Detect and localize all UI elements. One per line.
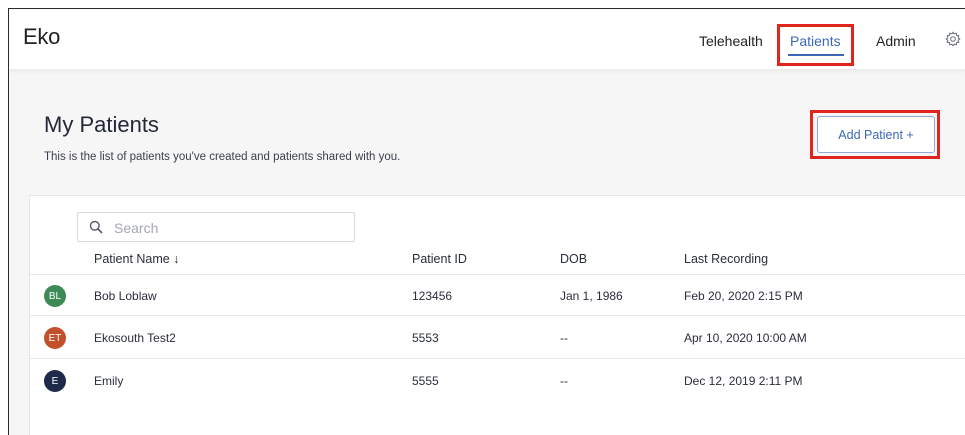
column-header-last-recording[interactable]: Last Recording — [684, 252, 768, 266]
patients-table-card: Patient Name ↓ Patient ID DOB Last Recor… — [29, 195, 965, 435]
patient-id: 123456 — [412, 289, 453, 303]
patient-name[interactable]: Ekosouth Test2 — [94, 331, 176, 345]
last-recording: Dec 12, 2019 2:11 PM — [684, 374, 803, 388]
column-header-patient-name[interactable]: Patient Name ↓ — [94, 252, 179, 266]
avatar: BL — [44, 285, 66, 307]
table-row[interactable]: ET Ekosouth Test2 5553 -- Apr 10, 2020 1… — [30, 317, 965, 359]
eko-logo[interactable]: Eko — [23, 24, 60, 50]
nav-admin[interactable]: Admin — [876, 33, 916, 49]
table-row[interactable]: E Emily 5555 -- Dec 12, 2019 2:11 PM — [30, 360, 965, 402]
patient-dob: -- — [560, 374, 568, 388]
search-icon — [89, 220, 103, 234]
avatar: E — [44, 370, 66, 392]
patient-name[interactable]: Bob Loblaw — [94, 289, 157, 303]
patients-highlight-box — [777, 24, 854, 66]
patient-id: 5553 — [412, 331, 439, 345]
column-header-patient-id[interactable]: Patient ID — [412, 252, 467, 266]
last-recording: Apr 10, 2020 10:00 AM — [684, 331, 807, 345]
page-subtitle: This is the list of patients you've crea… — [44, 151, 401, 163]
search-input[interactable] — [114, 217, 344, 239]
add-patient-button[interactable]: Add Patient + — [817, 116, 935, 153]
app-window: Eko Telehealth Patients Admin My Patient… — [8, 8, 965, 435]
nav-telehealth[interactable]: Telehealth — [699, 33, 763, 49]
column-header-dob[interactable]: DOB — [560, 252, 587, 266]
gear-icon[interactable] — [945, 31, 961, 47]
table-row[interactable]: BL Bob Loblaw 123456 Jan 1, 1986 Feb 20,… — [30, 274, 965, 316]
page-title: My Patients — [44, 112, 159, 137]
top-navigation-bar: Eko Telehealth Patients Admin — [9, 9, 965, 69]
patient-name[interactable]: Emily — [94, 374, 123, 388]
avatar: ET — [44, 327, 66, 349]
patient-id: 5555 — [412, 374, 439, 388]
patient-dob: -- — [560, 331, 568, 345]
last-recording: Feb 20, 2020 2:15 PM — [684, 289, 803, 303]
search-box[interactable] — [77, 212, 355, 242]
patient-dob: Jan 1, 1986 — [560, 289, 623, 303]
